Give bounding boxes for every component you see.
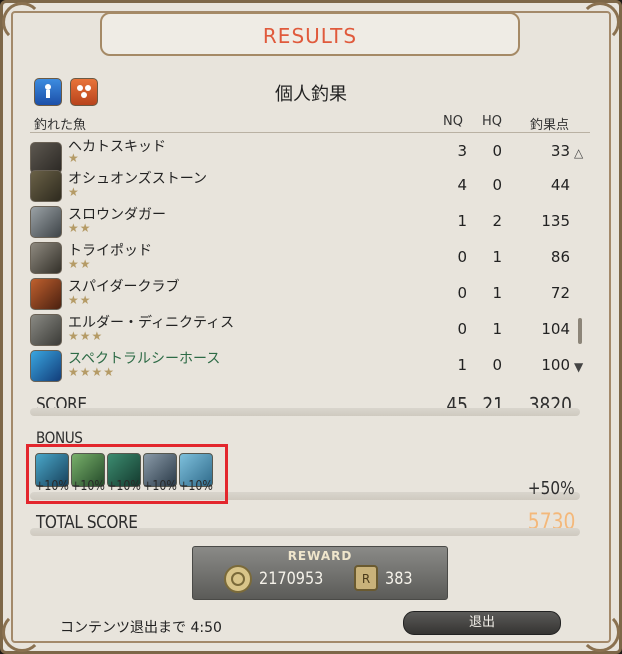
fish-nq: 1 xyxy=(457,212,467,230)
fish-name: ヘカトスキッド xyxy=(68,139,166,155)
fish-hq: 2 xyxy=(492,212,502,230)
col-nq: NQ xyxy=(443,114,463,129)
fish-points: 135 xyxy=(541,212,570,230)
fish-points: 33 xyxy=(550,142,570,160)
fish-nq: 4 xyxy=(457,176,467,194)
exit-timer: コンテンツ退出まで 4:50 xyxy=(60,620,222,636)
window-title: RESULTS xyxy=(262,24,358,48)
fish-points: 44 xyxy=(550,176,570,194)
fish-points: 72 xyxy=(550,284,570,302)
fish-hq: 1 xyxy=(492,248,502,266)
fish-points: 86 xyxy=(550,248,570,266)
exit-button[interactable]: 退出 xyxy=(403,611,561,635)
corner-ornament-top-right xyxy=(580,2,620,42)
bonus-highlight-box: +10% +10% +10% +10% +10% xyxy=(26,444,228,504)
corner-ornament-bottom-right xyxy=(580,612,620,652)
fish-row[interactable]: オシュオンズストーン ★ 4 0 44 xyxy=(30,168,590,204)
scrollbar-thumb[interactable] xyxy=(578,318,582,344)
bonus-percent: +10% xyxy=(179,479,213,494)
fish-nq: 0 xyxy=(457,284,467,302)
fish-stars: ★★ xyxy=(68,257,92,271)
bonus-percent: +10% xyxy=(71,479,105,494)
fish-icon xyxy=(30,278,62,310)
scrip-amount: 383 xyxy=(385,569,413,589)
header-divider xyxy=(30,132,590,133)
col-hq: HQ xyxy=(482,114,503,129)
fish-icon xyxy=(30,170,62,202)
gil-amount: 2170953 xyxy=(259,569,324,589)
heading: 個人釣果 xyxy=(275,84,347,105)
title-plate: RESULTS xyxy=(100,12,520,56)
fish-name: オシュオンズストーン xyxy=(68,171,208,187)
fish-row[interactable]: エルダー・ディニクティス ★★★ 0 1 104 xyxy=(30,312,590,348)
reward-title: REWARD xyxy=(287,549,353,563)
fish-icon xyxy=(30,314,62,346)
col-fish: 釣れた魚 xyxy=(34,118,87,133)
score-bar xyxy=(30,408,580,416)
fish-stars: ★ xyxy=(68,151,80,165)
fish-hq: 0 xyxy=(492,356,502,374)
fish-hq: 0 xyxy=(492,176,502,194)
fish-points: 104 xyxy=(541,320,570,338)
fish-points: 100 xyxy=(541,356,570,374)
fish-stars: ★ xyxy=(68,185,80,199)
fish-hq: 0 xyxy=(492,142,502,160)
scroll-up-arrow-icon[interactable]: △ xyxy=(574,146,583,160)
fish-icon xyxy=(30,350,62,382)
reward-panel: REWARD 2170953 R 383 xyxy=(192,546,448,600)
scroll-down-arrow-icon[interactable]: ▼ xyxy=(574,360,583,374)
bonus-percent: +10% xyxy=(107,479,141,494)
scrip-icon: R xyxy=(353,564,379,592)
fish-row[interactable]: スロウンダガー ★★ 1 2 135 xyxy=(30,204,590,240)
scrollbar[interactable] xyxy=(578,170,583,350)
fish-row[interactable]: スパイダークラブ ★★ 0 1 72 xyxy=(30,276,590,312)
bonus-total: +50% xyxy=(527,478,575,499)
bonus-percent: +10% xyxy=(35,479,69,494)
fish-stars: ★★ xyxy=(68,293,92,307)
fish-hq: 1 xyxy=(492,320,502,338)
total-score-bar xyxy=(30,528,580,536)
bonus-percent: +10% xyxy=(143,479,177,494)
corner-ornament-bottom-left xyxy=(2,612,42,652)
fish-nq: 0 xyxy=(457,248,467,266)
gil-icon xyxy=(223,564,253,594)
fish-stars: ★★★★ xyxy=(68,365,116,379)
fish-icon xyxy=(30,206,62,238)
col-points: 釣果点 xyxy=(530,118,570,133)
corner-ornament-top-left xyxy=(2,2,42,42)
fish-stars: ★★★ xyxy=(68,329,104,343)
fish-row-highlighted[interactable]: スペクトラルシーホース ★★★★ 1 0 100 xyxy=(30,348,590,384)
fish-nq: 3 xyxy=(457,142,467,160)
svg-text:R: R xyxy=(362,572,370,586)
fish-row[interactable]: トライポッド ★★ 0 1 86 xyxy=(30,240,590,276)
fish-nq: 0 xyxy=(457,320,467,338)
fish-icon xyxy=(30,242,62,274)
fish-stars: ★★ xyxy=(68,221,92,235)
fish-nq: 1 xyxy=(457,356,467,374)
fish-hq: 1 xyxy=(492,284,502,302)
